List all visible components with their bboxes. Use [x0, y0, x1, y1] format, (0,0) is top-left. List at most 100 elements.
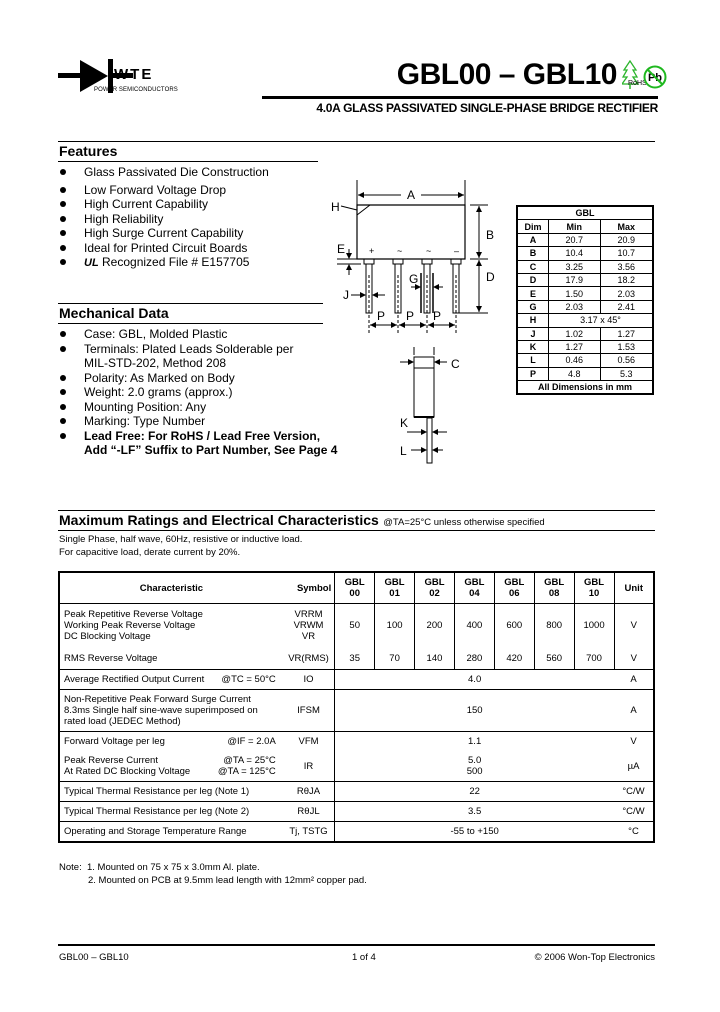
- svg-text:~: ~: [397, 246, 402, 256]
- table-row: P 4.8 5.3: [516, 367, 654, 382]
- section-divider: [58, 141, 655, 142]
- table-row: @TA = 25°C Peak Reverse Current @TA = 125°…: [58, 751, 655, 782]
- notes-label: Note:: [59, 862, 82, 873]
- ratings-table: Characteristic Symbol GBL 00 GBL 01 GBL 02 …: [58, 571, 655, 843]
- mechanical-text: Add “-LF” Suffix to Part Number, See Pag…: [84, 443, 338, 457]
- col-header: Characteristic: [58, 572, 283, 604]
- feature-item: Low Forward Voltage Drop: [59, 183, 319, 198]
- feature-item: High Reliability: [59, 212, 319, 227]
- col-header-part: GBL 02: [414, 572, 455, 604]
- package-outline-diagram: A H B D + ~ ~ – E G J P P P C K L: [331, 180, 495, 464]
- table-row: A 20.7 20.9: [516, 232, 654, 248]
- table-row: Typical Thermal Resistance per leg (Note…: [58, 801, 655, 822]
- dim-label-p: P: [377, 309, 385, 323]
- dimensions-table: GBL Dim Min Max A 20.7 20.9 B 10.4 10.7 C 3.2…: [516, 205, 654, 396]
- note-line: Single Phase, half wave, 60Hz, resistive…: [59, 534, 303, 545]
- table-row: Forward Voltage per leg @IF = 2.0A VFM 1.…: [58, 731, 655, 752]
- dimensions-footer: All Dimensions in mm: [516, 380, 654, 395]
- page-number: 1 of 4: [352, 952, 376, 963]
- mechanical-list: Case: GBL, Molded Plastic Terminals: Pla…: [59, 327, 349, 458]
- dim-label-d: D: [486, 270, 495, 284]
- table-row: G 2.03 2.41: [516, 299, 654, 315]
- svg-text:~: ~: [426, 246, 431, 256]
- table-row: Operating and Storage Temperature Range …: [58, 821, 655, 842]
- col-header: Min: [548, 219, 601, 234]
- section-underline: [58, 161, 318, 162]
- dim-label-k: K: [400, 416, 408, 430]
- header-row: Characteristic Symbol GBL 00 GBL 01 GBL 02 …: [58, 572, 655, 604]
- document-title: GBL00 – GBL10: [396, 58, 618, 91]
- dim-label-j: J: [343, 288, 349, 302]
- table-row: RMS Reverse Voltage VR(RMS) 35 70 140 28…: [58, 647, 655, 670]
- section-divider: [58, 510, 655, 511]
- dim-label-h: H: [331, 200, 340, 214]
- table-row: C 3.25 3.56: [516, 259, 654, 274]
- footer-part-range: GBL00 – GBL10: [59, 952, 129, 963]
- footnotes: Note: 1. Mounted on 75 x 75 x 3.0mm Al. …: [59, 862, 367, 887]
- dim-label-p: P: [433, 309, 441, 323]
- table-row: Average Rectified Output Current @TC = 50…: [58, 669, 655, 690]
- col-header-part: GBL 00: [334, 572, 376, 604]
- dim-label-p: P: [406, 309, 414, 323]
- mechanical-text: MIL-STD-202, Method 208: [84, 356, 227, 370]
- mechanical-text: Terminals: Plated Leads Solderable per: [84, 341, 294, 356]
- document-subtitle: 4.0A GLASS PASSIVATED SINGLE-PHASE BRIDG…: [316, 101, 658, 115]
- footnote: 1. Mounted on 75 x 75 x 3.0mm Al. plate.: [87, 862, 260, 873]
- lead-free-icon: Pb: [643, 65, 667, 89]
- col-header: Dim: [516, 219, 549, 234]
- feature-item: High Current Capability: [59, 197, 319, 212]
- col-header-part: GBL 08: [533, 572, 575, 604]
- col-header: Unit: [614, 572, 655, 604]
- section-divider: [58, 303, 323, 304]
- col-header-part: GBL 10: [573, 572, 615, 604]
- table-row: E 1.50 2.03: [516, 286, 654, 301]
- col-header-part: GBL 04: [453, 572, 495, 604]
- mechanical-item: Case: GBL, Molded Plastic: [59, 327, 349, 342]
- table-row: Non-Repetitive Peak Forward Surge Curren…: [58, 689, 655, 732]
- dim-label-b: B: [486, 228, 494, 242]
- table-row: D 17.9 18.2: [516, 272, 654, 288]
- brand-tagline: POWER SEMICONDUCTORS: [94, 87, 178, 93]
- ratings-heading: Maximum Ratings and Electrical Character…: [59, 512, 379, 528]
- copyright: © 2006 Won-Top Electronics: [534, 952, 655, 963]
- table-row: J 1.02 1.27: [516, 326, 654, 341]
- feature-item: Glass Passivated Die Construction: [59, 165, 319, 180]
- svg-text:–: –: [454, 246, 459, 256]
- mechanical-heading: Mechanical Data: [59, 305, 169, 321]
- features-list: Glass Passivated Die Construction Low Fo…: [59, 165, 319, 271]
- table-row: Typical Thermal Resistance per leg (Note…: [58, 781, 655, 802]
- col-header-part: GBL 06: [493, 572, 535, 604]
- feature-item-ul: UL Recognized File # E157705: [59, 255, 319, 271]
- section-underline: [58, 323, 323, 324]
- table-row: K 1.27 1.53: [516, 340, 654, 355]
- table-row: Peak Repetitive Reverse Voltage Working P…: [58, 603, 655, 648]
- note-line: For capacitive load, derate current by 2…: [59, 546, 241, 558]
- svg-text:+: +: [369, 246, 374, 256]
- col-header: Max: [599, 219, 654, 234]
- table-row: H 3.17 x 45°: [516, 313, 654, 328]
- ul-logo-icon: UL: [84, 257, 99, 269]
- footer-divider: [58, 944, 655, 946]
- feature-text: Recognized File # E157705: [102, 255, 250, 269]
- table-row: B 10.4 10.7: [516, 246, 654, 261]
- col-header-part: GBL 01: [374, 572, 416, 604]
- package-name: GBL: [516, 205, 654, 221]
- mechanical-item: Weight: 2.0 grams (approx.): [59, 385, 349, 400]
- dim-label-a: A: [407, 188, 415, 202]
- brand-name: WTE: [114, 66, 154, 83]
- features-heading: Features: [59, 143, 118, 159]
- title-divider: [262, 96, 658, 99]
- dim-label-c: C: [451, 357, 460, 371]
- ratings-notes: Single Phase, half wave, 60Hz, resistive…: [59, 534, 302, 559]
- dim-label-g: G: [409, 272, 418, 286]
- dim-label-e: E: [337, 242, 345, 256]
- mechanical-text: Lead Free: For RoHS / Lead Free Version,: [84, 428, 321, 443]
- table-row: L 0.46 0.56: [516, 353, 654, 368]
- feature-item: Ideal for Printed Circuit Boards: [59, 241, 319, 256]
- mechanical-item: Mounting Position: Any: [59, 400, 349, 415]
- ratings-heading-wrap: Maximum Ratings and Electrical Character…: [59, 512, 545, 530]
- col-header: Symbol: [282, 572, 336, 604]
- section-underline: [58, 530, 655, 531]
- ratings-condition: @TA=25°C unless otherwise specified: [383, 517, 545, 528]
- footnote: 2. Mounted on PCB at 9.5mm lead length w…: [88, 874, 367, 886]
